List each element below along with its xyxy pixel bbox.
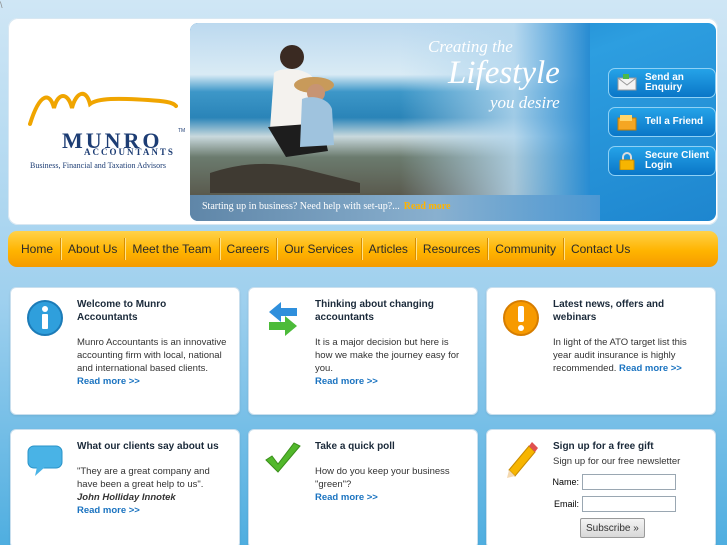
tell-a-friend-label: Tell a Friend	[645, 116, 704, 127]
nav-home[interactable]: Home	[14, 238, 62, 260]
hero-headline-3: you desire	[490, 93, 560, 112]
news-title: Latest news, offers and webinars	[553, 299, 665, 323]
couple-photo-icon	[210, 45, 360, 193]
nav-careers[interactable]: Careers	[220, 238, 278, 260]
switch-arrows-icon	[269, 302, 297, 336]
nav-community[interactable]: Community	[488, 238, 564, 260]
nav-resources[interactable]: Resources	[416, 238, 489, 260]
main-nav: Home About Us Meet the Team Careers Our …	[8, 231, 718, 267]
nav-our-services[interactable]: Our Services	[277, 238, 362, 260]
email-label: Email:	[553, 499, 579, 509]
send-enquiry-label: Send an Enquiry	[645, 72, 684, 93]
clients-read-more-link[interactable]: Read more >>	[77, 505, 140, 516]
changing-accountants-card: Thinking about changing accountants It i…	[248, 287, 478, 415]
logo-trademark: TM	[178, 128, 186, 134]
signup-text: Sign up for our free newsletter	[553, 456, 681, 467]
nav-about-us[interactable]: About Us	[61, 238, 126, 260]
welcome-card: Welcome to Munro Accountants Munro Accou…	[10, 287, 240, 415]
corner-mark: \	[0, 0, 3, 10]
hero-headline-1: Creating the	[428, 37, 513, 56]
testimonials-card: What our clients say about us "They are …	[10, 429, 240, 545]
nav-contact-us[interactable]: Contact Us	[564, 238, 637, 260]
email-field[interactable]	[582, 496, 676, 512]
hero-caption: Starting up in business? Need help with …	[190, 195, 600, 221]
name-field[interactable]	[582, 474, 676, 490]
hero-headline-2: Lifestyle	[448, 55, 560, 91]
signup-card: Sign up for a free gift Sign up for our …	[486, 429, 716, 545]
name-label: Name:	[552, 477, 579, 487]
clients-title: What our clients say about us	[77, 441, 219, 452]
send-enquiry-button[interactable]: Send an Enquiry	[608, 68, 716, 98]
hero-banner: Creating the Lifestyle you desire Starti…	[190, 23, 716, 221]
checkmark-icon	[265, 442, 301, 473]
poll-card: Take a quick poll How do you keep your b…	[248, 429, 478, 545]
poll-title: Take a quick poll	[315, 441, 395, 452]
secure-login-label: Secure Client Login	[645, 150, 709, 171]
secure-login-button[interactable]: Secure Client Login	[608, 146, 716, 176]
alert-icon	[503, 300, 539, 336]
poll-read-more-link[interactable]: Read more >>	[315, 492, 378, 503]
hero-read-more-link[interactable]: Read more	[404, 201, 451, 212]
clients-author: John Holliday Innotek	[77, 492, 176, 503]
nav-meet-the-team[interactable]: Meet the Team	[125, 238, 220, 260]
header: MUNRO TM ACCOUNTANTS Business, Financial…	[8, 18, 718, 225]
news-read-more-link[interactable]: Read more >>	[619, 363, 682, 374]
welcome-text: Munro Accountants is an innovative accou…	[77, 337, 227, 374]
latest-news-card: Latest news, offers and webinars In ligh…	[486, 287, 716, 415]
nav-articles[interactable]: Articles	[362, 238, 416, 260]
logo-subtitle: ACCOUNTANTS	[84, 147, 175, 157]
poll-question: How do you keep your business "green"?	[315, 466, 450, 490]
changing-title: Thinking about changing accountants	[315, 299, 434, 323]
info-icon	[27, 300, 63, 336]
folder-icon	[617, 115, 637, 131]
changing-text: It is a major decision but here is how w…	[315, 337, 460, 374]
tell-a-friend-button[interactable]: Tell a Friend	[608, 107, 716, 137]
subscribe-button[interactable]: Subscribe »	[580, 518, 645, 538]
welcome-title: Welcome to Munro Accountants	[77, 299, 167, 323]
changing-read-more-link[interactable]: Read more >>	[315, 376, 378, 387]
speech-bubble-icon	[27, 445, 63, 476]
signup-title: Sign up for a free gift	[553, 441, 654, 452]
clients-quote: "They are a great company and have been …	[77, 466, 210, 490]
pencil-icon	[507, 442, 538, 478]
logo-tagline: Business, Financial and Taxation Advisor…	[30, 161, 166, 170]
welcome-read-more-link[interactable]: Read more >>	[77, 376, 140, 387]
padlock-icon	[619, 152, 635, 170]
envelope-icon	[617, 74, 637, 91]
hero-caption-text: Starting up in business? Need help with …	[202, 201, 400, 212]
logo-swoosh-icon	[28, 92, 178, 126]
